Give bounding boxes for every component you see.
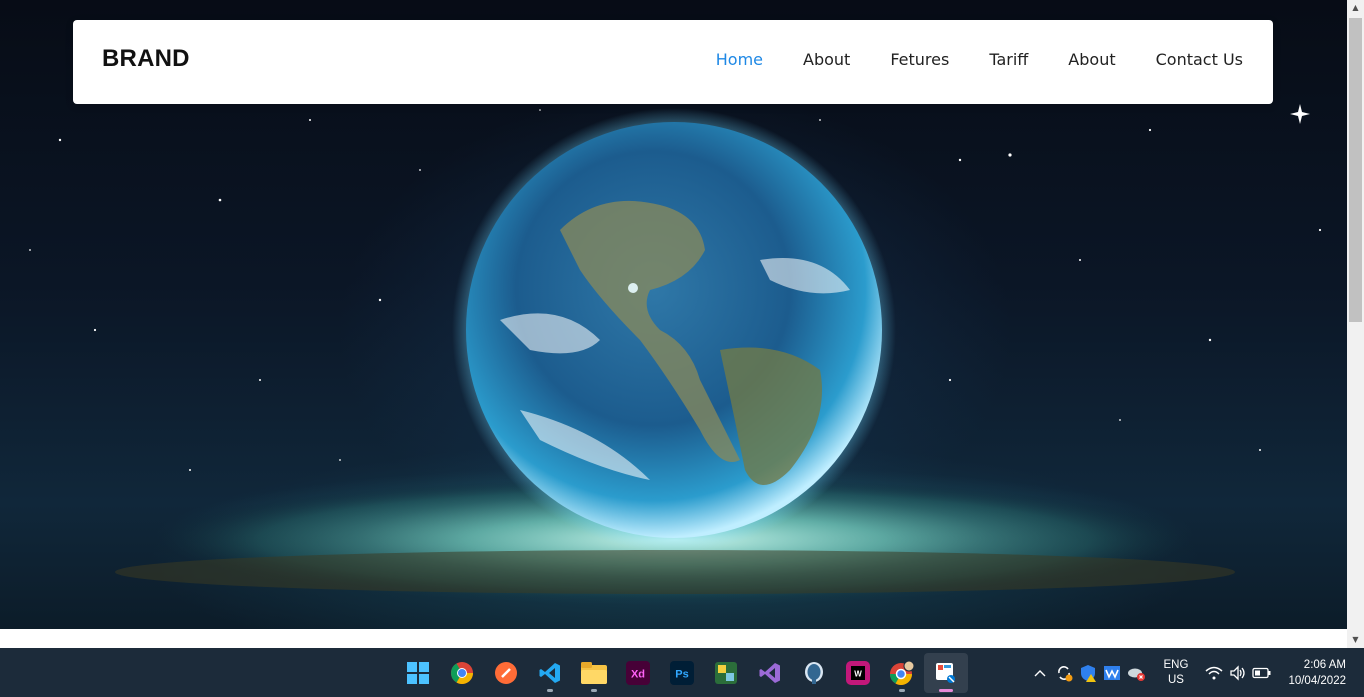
explorer-running-indicator	[591, 688, 597, 692]
input-language-indicator[interactable]: ENG US	[1164, 658, 1189, 688]
clock-date: 10/04/2022	[1288, 674, 1346, 687]
webstorm-icon[interactable]: W	[836, 653, 880, 693]
scroll-down-arrow-icon[interactable]: ▼	[1347, 632, 1364, 648]
chrome-icon[interactable]	[440, 653, 484, 693]
adobe-xd-icon[interactable]: Xd	[616, 653, 660, 693]
network-monitor-icon[interactable]	[1100, 661, 1124, 685]
chrome-running-indicator	[899, 688, 905, 692]
navbar: BRAND Home About Fetures Tariff About Co…	[73, 20, 1273, 104]
visual-studio-icon[interactable]	[748, 653, 792, 693]
file-explorer-icon[interactable]	[572, 653, 616, 693]
hero-earth-background: BRAND Home About Fetures Tariff About Co…	[0, 0, 1347, 629]
nav-link-contact[interactable]: Contact Us	[1156, 50, 1243, 69]
vertical-scrollbar[interactable]: ▲ ▼	[1347, 0, 1364, 648]
windows-taskbar: Xd Ps W ENG US 2:06 AM 10/04/2022	[0, 648, 1364, 697]
photoshop-icon[interactable]: Ps	[660, 653, 704, 693]
scroll-up-arrow-icon[interactable]: ▲	[1347, 0, 1364, 16]
svg-text:W: W	[854, 669, 862, 678]
chevron-up-icon[interactable]	[1028, 661, 1052, 685]
postman-icon[interactable]	[484, 653, 528, 693]
volume-icon[interactable]	[1226, 661, 1250, 685]
clock-time: 2:06 AM	[1303, 658, 1346, 671]
nav-link-tariff[interactable]: Tariff	[989, 50, 1028, 69]
nav-link-about[interactable]: About	[803, 50, 850, 69]
snipping-tool-icon[interactable]	[924, 652, 968, 693]
vscode-running-indicator	[547, 688, 553, 692]
wifi-icon[interactable]	[1202, 661, 1226, 685]
windows-start-icon[interactable]	[396, 653, 440, 693]
nav-link-features[interactable]: Fetures	[890, 50, 949, 69]
system-tray: ENG US 2:06 AM 10/04/2022	[1028, 648, 1364, 697]
nav-link-about-2[interactable]: About	[1068, 50, 1115, 69]
snipping-tool-running-indicator	[939, 688, 953, 692]
system-clock[interactable]: 2:06 AM 10/04/2022	[1288, 657, 1346, 689]
onedrive-error-icon[interactable]	[1124, 661, 1148, 685]
browser-viewport: BRAND Home About Fetures Tariff About Co…	[0, 0, 1347, 648]
postgresql-icon[interactable]	[792, 653, 836, 693]
svg-text:Ps: Ps	[675, 668, 688, 680]
language-label: ENG	[1163, 658, 1189, 671]
region-label: US	[1167, 673, 1184, 686]
nav-links: Home About Fetures Tariff About Contact …	[676, 50, 1243, 69]
nav-link-home[interactable]: Home	[716, 50, 763, 69]
vscode-icon[interactable]	[528, 653, 572, 693]
chrome-profile-icon[interactable]	[880, 653, 924, 693]
sync-icon[interactable]	[1052, 661, 1076, 685]
battery-icon[interactable]	[1250, 661, 1274, 685]
security-warning-icon[interactable]	[1076, 661, 1100, 685]
brand-logo[interactable]: BRAND	[102, 45, 190, 73]
svg-text:Xd: Xd	[631, 668, 645, 680]
taskbar-apps: Xd Ps W	[396, 648, 968, 697]
scroll-thumb[interactable]	[1349, 18, 1362, 322]
app-icon[interactable]	[704, 653, 748, 693]
